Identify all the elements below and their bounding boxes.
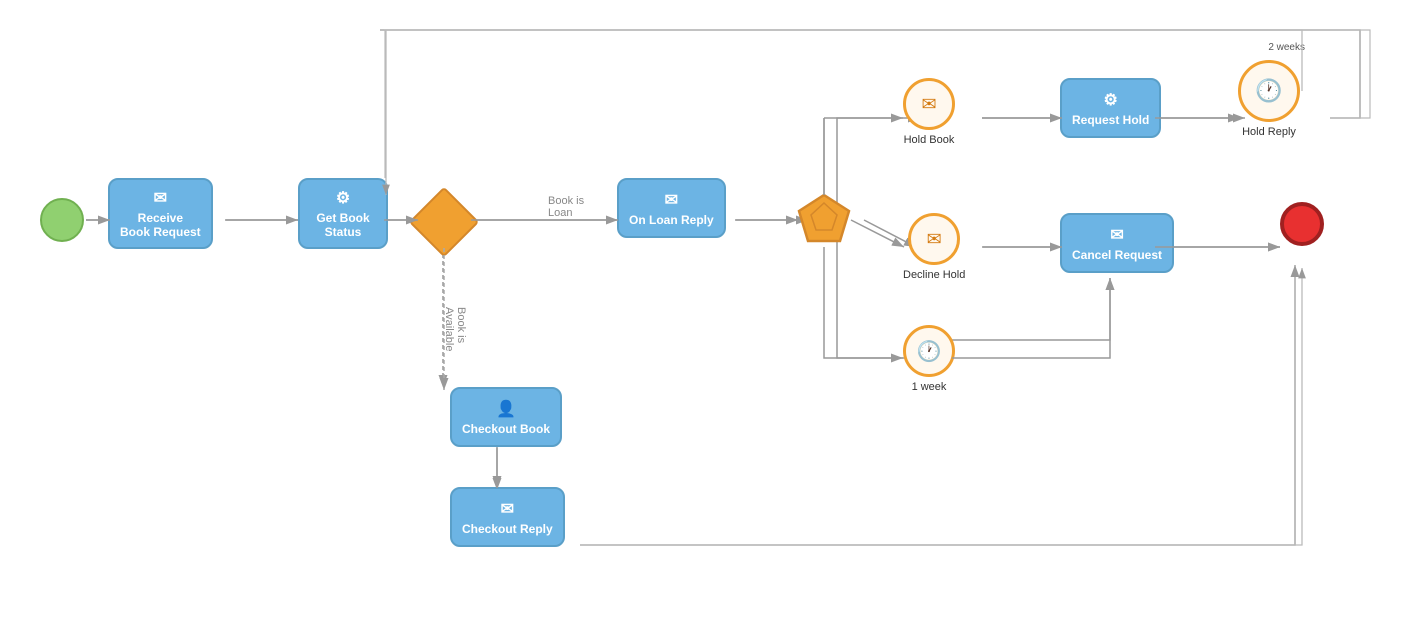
- timer-circle[interactable]: 🕐: [903, 325, 955, 377]
- checkout-reply-node[interactable]: Checkout Reply: [450, 487, 565, 547]
- hold-reply-node[interactable]: 2 weeks 🕐 Hold Reply: [1238, 60, 1300, 138]
- cancel-request-node[interactable]: Cancel Request: [1060, 213, 1174, 273]
- gateway2-svg[interactable]: [797, 193, 851, 247]
- receive-book-request-box[interactable]: Receive Book Request: [108, 178, 213, 249]
- cancel-request-box[interactable]: Cancel Request: [1060, 213, 1174, 273]
- request-hold-label: Request Hold: [1072, 113, 1149, 127]
- decline-hold-circle[interactable]: ✉: [908, 213, 960, 265]
- end-event-node: [1280, 202, 1324, 246]
- request-hold-node[interactable]: Request Hold: [1060, 78, 1161, 138]
- checkout-book-label: Checkout Book: [462, 422, 550, 436]
- hold-reply-label: Hold Reply: [1242, 126, 1296, 138]
- start-event: [40, 198, 84, 242]
- envelope-icon-3: [1110, 225, 1123, 245]
- get-book-status-label: Get BookStatus: [316, 211, 369, 239]
- checkout-book-node[interactable]: Checkout Book: [450, 387, 562, 447]
- decline-hold-node[interactable]: ✉ Decline Hold: [903, 213, 965, 281]
- two-weeks-label: 2 weeks: [1268, 42, 1305, 53]
- gateway1-node[interactable]: [417, 195, 471, 249]
- checkout-reply-box[interactable]: Checkout Reply: [450, 487, 565, 547]
- envelope-icon: [154, 188, 167, 208]
- hold-reply-circle[interactable]: 🕐: [1238, 60, 1300, 122]
- on-loan-reply-node[interactable]: On Loan Reply: [617, 178, 726, 238]
- book-is-loan-label: Book isLoan: [548, 195, 584, 219]
- checkout-book-box[interactable]: Checkout Book: [450, 387, 562, 447]
- get-book-status-box[interactable]: Get BookStatus: [298, 178, 388, 249]
- hold-book-circle[interactable]: ✉: [903, 78, 955, 130]
- end-circle: [1280, 202, 1324, 246]
- receive-book-request-label: Receive Book Request: [120, 211, 201, 239]
- on-loan-reply-box[interactable]: On Loan Reply: [617, 178, 726, 238]
- on-loan-reply-label: On Loan Reply: [629, 213, 714, 227]
- user-icon: [496, 399, 516, 419]
- diagram-canvas: Receive Book Request Get BookStatus Book…: [0, 0, 1412, 621]
- decline-hold-label: Decline Hold: [903, 269, 965, 281]
- start-circle: [40, 198, 84, 242]
- request-hold-box[interactable]: Request Hold: [1060, 78, 1161, 138]
- envelope-icon-4: [501, 499, 514, 519]
- cancel-request-label: Cancel Request: [1072, 248, 1162, 262]
- get-book-status-node[interactable]: Get BookStatus: [298, 178, 388, 249]
- book-is-available-label: Book isAvailable: [443, 307, 467, 351]
- checkout-reply-label: Checkout Reply: [462, 522, 553, 536]
- hold-book-label: Hold Book: [904, 134, 955, 146]
- hold-book-node[interactable]: ✉ Hold Book: [903, 78, 955, 146]
- gateway2-node[interactable]: [797, 193, 851, 247]
- gear-icon-2: [1104, 90, 1118, 110]
- timer-1week-node[interactable]: 🕐 1 week: [903, 325, 955, 393]
- gear-icon: [336, 188, 350, 208]
- receive-book-request-node[interactable]: Receive Book Request: [108, 178, 213, 249]
- gateway1-diamond[interactable]: [409, 187, 480, 258]
- envelope-icon-2: [665, 190, 678, 210]
- timer-1week-label: 1 week: [912, 381, 947, 393]
